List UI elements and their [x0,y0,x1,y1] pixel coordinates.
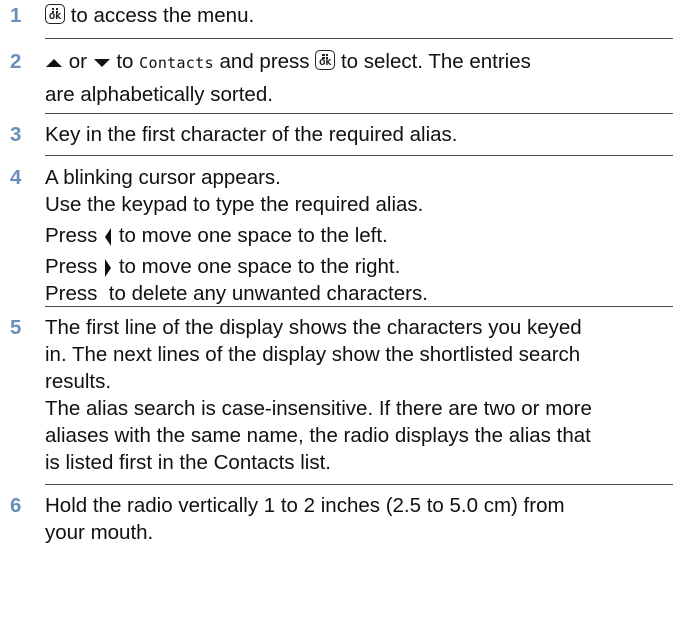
menu-ok-key-icon: OK [315,50,336,70]
press-text: Press [45,224,98,247]
step-2: 2 or to Contacts and press OK to select.… [0,48,681,108]
up-arrow-icon [46,58,62,67]
step-6-line-1: Hold the radio vertically 1 to 2 inches … [45,494,565,517]
step-text: to move one space to the left. [118,224,388,247]
step-number: 6 [10,494,22,517]
and-press-text: and press [219,50,310,73]
step-4-line-2: Use the keypad to type the required alia… [45,193,424,216]
press-text: Press [45,255,98,278]
step-4: 4 A blinking cursor appears. Use the key… [0,164,681,307]
step-divider [45,113,673,114]
down-arrow-icon [93,58,110,67]
step-4-line-1: A blinking cursor appears. [45,166,281,189]
step-4-line-3: Press to move one space to the left. [45,222,681,249]
step-5-line-2: in. The next lines of the display show t… [45,343,581,366]
step-divider [45,155,673,156]
step-number: 1 [10,4,22,27]
step-number: 5 [10,316,22,339]
step-text: to move one space to the right. [118,255,401,278]
step-5-line-3: results. [45,370,112,393]
step-3-line: Key in the first character of the requir… [45,123,458,146]
step-5-line-4: The alias search is case-insensitive. If… [45,397,592,420]
right-arrow-icon [105,258,112,277]
step-5: 5 The first line of the display shows th… [0,314,681,476]
step-1-line: OK to access the menu. [45,2,681,29]
step-6: 6 Hold the radio vertically 1 to 2 inche… [0,492,681,546]
step-divider [45,38,673,39]
step-number: 2 [10,50,22,73]
step-divider [45,306,673,307]
step-5-line-1: The first line of the display shows the … [45,316,582,339]
left-arrow-icon [105,227,112,246]
to-text: to [116,50,134,73]
step-4-line-4: Press to move one space to the right. [45,253,681,280]
step-5-line-6: is listed first in the Contacts list. [45,451,331,474]
step-text: to select. The entries [340,50,531,73]
step-divider [45,484,673,485]
step-5-line-5: aliases with the same name, the radio di… [45,424,591,447]
menu-item-contacts: Contacts [139,54,214,72]
step-number: 3 [10,123,22,146]
step-2-line-1: or to Contacts and press OK to select. T… [45,48,681,77]
step-1: 1 OK to access the menu. [0,2,681,29]
step-number: 4 [10,166,22,189]
step-6-line-2: your mouth. [45,521,154,544]
menu-ok-key-icon: OK [45,4,65,24]
or-text: or [68,50,87,73]
step-2-line-2: are alphabetically sorted. [45,83,273,106]
step-3: 3 Key in the first character of the requ… [0,121,681,148]
step-4-line-5: Press to delete any unwanted characters. [45,282,428,305]
step-text: to access the menu. [70,4,255,27]
